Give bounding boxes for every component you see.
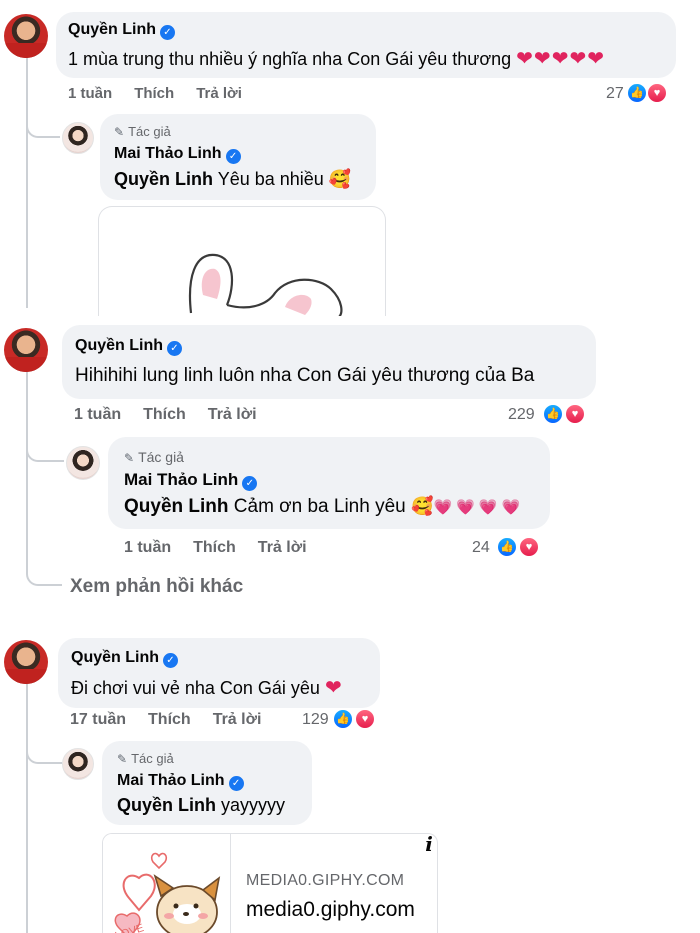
pen-icon: ✎: [124, 451, 135, 465]
avatar[interactable]: [4, 640, 48, 684]
reaction-count[interactable]: 27: [606, 85, 624, 103]
comment-actions: 1 tuần Thích Trả lời: [74, 406, 279, 424]
timestamp[interactable]: 1 tuần: [124, 539, 171, 556]
timestamp[interactable]: 1 tuần: [74, 406, 121, 423]
link-domain-caps: MEDIA0.GIPHY.COM: [246, 872, 405, 889]
verified-badge-icon: ✓: [167, 341, 182, 356]
comment-text: 1 mùa trung thu nhiều ý nghĩa nha Con Gá…: [68, 48, 605, 70]
view-more-replies-link[interactable]: Xem phản hồi khác: [70, 576, 243, 598]
like-button[interactable]: Thích: [193, 539, 236, 556]
mention-link[interactable]: Quyền Linh: [114, 169, 213, 189]
love-dog-sticker-icon: LOVE: [114, 852, 221, 933]
love-reaction-icon: ♥: [646, 82, 668, 104]
reply-actions: 1 tuần Thích Trả lời: [124, 539, 329, 557]
bunny-sticker-icon: [188, 253, 343, 316]
thread-line: [26, 684, 28, 933]
reaction-count[interactable]: 129: [302, 711, 329, 729]
avatar[interactable]: [66, 446, 100, 480]
reaction-count[interactable]: 229: [508, 406, 535, 424]
comment-author[interactable]: Quyền Linh ✓: [71, 649, 178, 668]
info-icon[interactable]: i: [416, 831, 442, 857]
reply-button[interactable]: Trả lời: [213, 711, 262, 728]
author-badge: ✎ Tác giả: [124, 449, 184, 465]
verified-badge-icon: ✓: [242, 476, 258, 491]
reply-connector: [26, 570, 62, 586]
reply-button[interactable]: Trả lời: [258, 539, 307, 556]
comment-bubble: Quyền Linh ✓ 1 mùa trung thu nhiều ý nghĩ…: [56, 12, 676, 78]
verified-badge-icon: ✓: [225, 149, 241, 164]
smiling-hearts-emoji: 🥰: [328, 169, 352, 189]
like-reaction-icon: 👍: [496, 536, 518, 558]
comment-author[interactable]: Quyền Linh ✓: [75, 337, 182, 356]
timestamp[interactable]: 1 tuần: [68, 85, 112, 102]
love-reaction-icon: ♥: [564, 403, 586, 425]
giphy-link-preview[interactable]: LOVE MEDIA0.GIPHY.COM media0.giphy.com: [102, 833, 438, 933]
avatar[interactable]: [4, 14, 48, 58]
comment-text: Hihihihi lung linh luôn nha Con Gái yêu …: [75, 365, 535, 386]
like-reaction-icon: 👍: [332, 708, 354, 730]
reply-connector: [26, 430, 64, 462]
comment-actions: 17 tuần Thích Trả lời: [70, 711, 283, 729]
thread-line: [26, 372, 28, 572]
timestamp[interactable]: 17 tuần: [70, 711, 126, 728]
pen-icon: ✎: [114, 125, 125, 139]
reply-author[interactable]: Mai Thảo Linh ✓: [124, 470, 258, 491]
love-reaction-icon: ♥: [518, 536, 540, 558]
reply-connector: [26, 110, 60, 138]
like-button[interactable]: Thích: [143, 406, 186, 423]
pink-heart-emoji: 💗💗💗💗: [433, 499, 525, 516]
reply-text: Quyền Linh yayyyyy: [117, 795, 286, 815]
reply-text: Quyền Linh Cảm ơn ba Linh yêu 🥰💗💗💗💗: [124, 496, 525, 517]
love-reaction-icon: ♥: [354, 708, 376, 730]
comment-text: Đi chơi vui vẻ nha Con Gái yêu ❤: [71, 677, 343, 699]
reply-author[interactable]: Mai Thảo Linh ✓: [117, 772, 244, 791]
avatar[interactable]: [62, 122, 94, 154]
reply-text: Quyền Linh Yêu ba nhiều 🥰: [114, 169, 352, 189]
pen-icon: ✎: [117, 752, 128, 766]
comment-bubble: Quyền Linh ✓ Hihihihi lung linh luôn nha …: [62, 325, 596, 399]
author-badge: ✎ Tác giả: [117, 751, 174, 766]
like-reaction-icon: 👍: [542, 403, 564, 425]
verified-badge-icon: ✓: [228, 776, 244, 791]
heart-emoji: ❤❤❤❤❤: [516, 48, 605, 70]
avatar[interactable]: [62, 748, 94, 780]
reaction-count[interactable]: 24: [472, 539, 490, 557]
reply-bubble: ✎ Tác giả Mai Thảo Linh ✓ Quyền Linh yayyy…: [102, 741, 312, 825]
mention-link[interactable]: Quyền Linh: [124, 496, 229, 517]
reply-button[interactable]: Trả lời: [196, 85, 242, 102]
like-button[interactable]: Thích: [134, 85, 174, 102]
comment-bubble: Quyền Linh ✓ Đi chơi vui vẻ nha Con Gái y…: [58, 638, 380, 708]
smiling-hearts-emoji: 🥰: [411, 496, 434, 516]
sticker-attachment[interactable]: [98, 206, 386, 316]
link-thumbnail: LOVE: [103, 834, 231, 933]
reply-bubble: ✎ Tác giả Mai Thảo Linh ✓ Quyền Linh Cảm ơ…: [108, 437, 550, 529]
heart-emoji: ❤: [324, 677, 343, 699]
thread-line: [26, 56, 28, 308]
comment-author[interactable]: Quyền Linh ✓: [68, 21, 175, 40]
mention-link[interactable]: Quyền Linh: [117, 795, 216, 815]
reply-connector: [26, 736, 62, 764]
link-domain[interactable]: media0.giphy.com: [246, 898, 415, 922]
like-reaction-icon: 👍: [626, 82, 648, 104]
verified-badge-icon: ✓: [160, 25, 175, 40]
reply-bubble: ✎ Tác giả Mai Thảo Linh ✓ Quyền Linh Yêu b…: [100, 114, 376, 200]
comment-actions: 1 tuần Thích Trả lời: [68, 85, 264, 102]
avatar[interactable]: [4, 328, 48, 372]
like-button[interactable]: Thích: [148, 711, 191, 728]
reply-author[interactable]: Mai Thảo Linh ✓: [114, 145, 241, 164]
verified-badge-icon: ✓: [163, 653, 178, 668]
reply-button[interactable]: Trả lời: [208, 406, 257, 423]
author-badge: ✎ Tác giả: [114, 124, 171, 139]
